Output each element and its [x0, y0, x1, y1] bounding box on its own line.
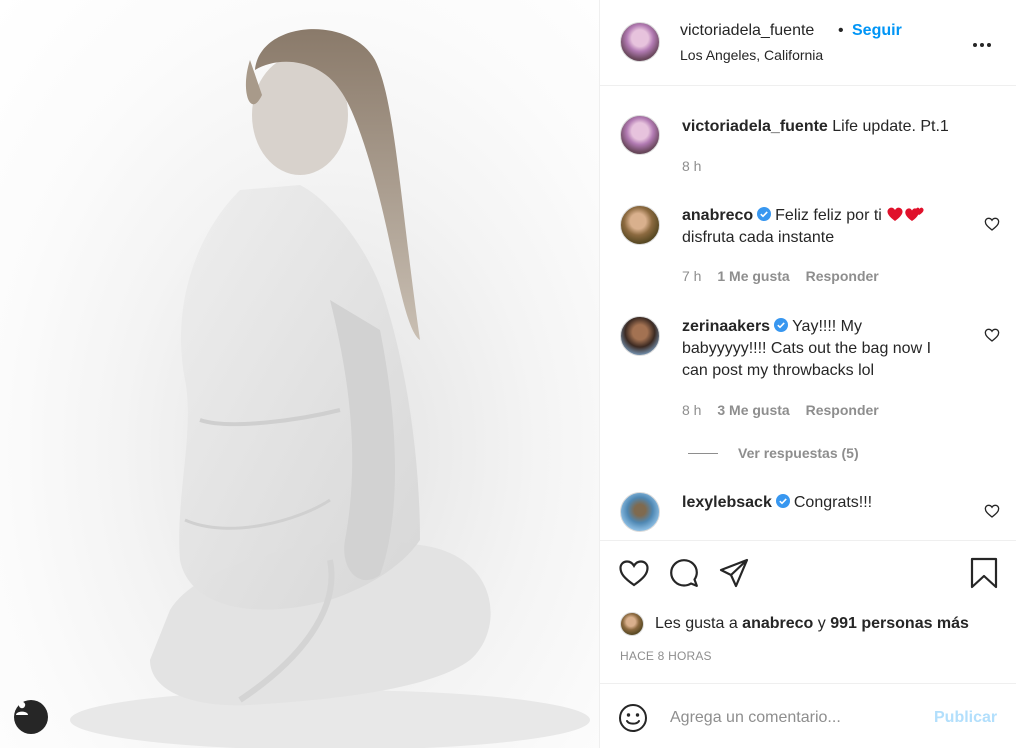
avatar[interactable] [620, 115, 660, 155]
follow-button[interactable]: Seguir [852, 22, 902, 40]
verified-badge-icon [774, 318, 789, 332]
location-link[interactable]: Los Angeles, California [680, 47, 823, 63]
comment-body: lexylebsack Congrats!!! [682, 492, 972, 514]
comment-text: Feliz feliz por ti [775, 207, 882, 224]
avatar[interactable] [620, 22, 660, 62]
reply-button[interactable]: Responder [806, 268, 879, 284]
share-icon[interactable] [718, 557, 750, 589]
post-side-panel: victoriadela_fuente • Seguir Los Angeles… [600, 0, 1016, 748]
view-replies-button[interactable]: Ver respuestas (5) [738, 445, 859, 461]
post-actions: Les gusta a anabreco y 991 personas más … [600, 540, 1016, 684]
comment-likes[interactable]: 1 Me gusta [717, 268, 789, 284]
more-options-button[interactable] [970, 33, 994, 57]
red-heart-emoji-icon [887, 207, 903, 221]
caption-text: Life update. Pt.1 [832, 118, 949, 135]
owner-username[interactable]: victoriadela_fuente [680, 22, 814, 40]
bookmark-icon[interactable] [968, 557, 1000, 589]
avatar[interactable] [620, 492, 660, 532]
two-hearts-emoji-icon [905, 207, 924, 221]
caption: victoriadela_fuente Life update. Pt.1 [682, 116, 949, 138]
comment-author[interactable]: anabreco [682, 207, 753, 224]
comment-author[interactable]: lexylebsack [682, 494, 772, 511]
avatar[interactable] [620, 612, 644, 636]
caption-time[interactable]: 8 h [682, 158, 701, 174]
like-comment-icon[interactable] [984, 327, 1000, 343]
comment-time[interactable]: 7 h [682, 268, 701, 284]
publish-button[interactable]: Publicar [934, 709, 997, 727]
post-header: victoriadela_fuente • Seguir Los Angeles… [600, 0, 1016, 86]
post-timestamp[interactable]: HACE 8 HORAS [620, 649, 712, 663]
likes-summary[interactable]: Les gusta a anabreco y 991 personas más [655, 615, 969, 633]
comment-composer: Agrega un comentario... Publicar [600, 685, 1016, 748]
caption-author[interactable]: victoriadela_fuente [682, 118, 828, 135]
avatar[interactable] [620, 205, 660, 245]
photo-illustration [70, 29, 590, 748]
comment-body: zerinaakers Yay!!!! My babyyyyy!!!! Cats … [682, 316, 972, 382]
comment-text: Congrats!!! [793, 494, 873, 511]
likes-prefix: Les gusta a [655, 615, 743, 632]
likes-middle: y [813, 615, 831, 632]
user-icon [16, 701, 28, 715]
comment-likes[interactable]: 3 Me gusta [717, 402, 789, 418]
comments-list: victoriadela_fuente Life update. Pt.1 8 … [600, 87, 1016, 540]
replies-divider [688, 453, 718, 454]
comment-input[interactable]: Agrega un comentario... [670, 709, 841, 727]
emoji-icon[interactable] [618, 703, 648, 733]
comment-time[interactable]: 8 h [682, 402, 701, 418]
heart-icon[interactable] [618, 557, 650, 589]
more-horizontal-icon [973, 43, 991, 47]
user-tags-button[interactable] [14, 700, 48, 734]
reply-button[interactable]: Responder [806, 402, 879, 418]
comment-meta: 8 h 3 Me gusta Responder [682, 402, 879, 418]
likes-user[interactable]: anabreco [742, 615, 813, 632]
comment-author[interactable]: zerinaakers [682, 318, 770, 335]
like-comment-icon[interactable] [984, 503, 1000, 519]
comment-text-line2: disfruta cada instante [682, 229, 835, 246]
avatar[interactable] [620, 316, 660, 356]
likes-others[interactable]: 991 personas más [830, 615, 969, 632]
separator-dot: • [838, 22, 844, 39]
like-comment-icon[interactable] [984, 216, 1000, 232]
comment-text: Yay!!!! My [792, 318, 862, 335]
comment-body: anabreco Feliz feliz por ti disfruta cada… [682, 205, 982, 249]
comment-icon[interactable] [668, 557, 700, 589]
comment-text-line2: babyyyyy!!!! Cats out the bag now I [682, 340, 932, 357]
comment-meta: 7 h 1 Me gusta Responder [682, 268, 879, 284]
comment-text-line3: can post my throwbacks lol [682, 362, 875, 379]
verified-badge-icon [775, 494, 790, 508]
verified-badge-icon [757, 207, 772, 221]
post-photo[interactable] [0, 0, 599, 748]
